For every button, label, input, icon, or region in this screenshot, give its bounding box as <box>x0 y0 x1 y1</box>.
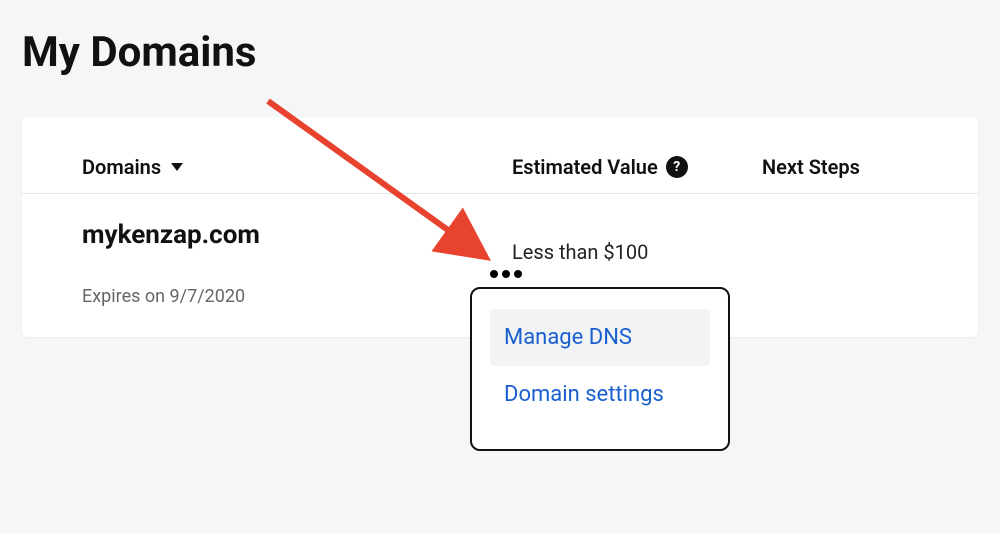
header-next-steps: Next Steps <box>752 155 918 179</box>
domain-name[interactable]: mykenzap.com <box>82 220 512 250</box>
header-domains-label: Domains <box>82 155 161 179</box>
page-title: My Domains <box>0 0 1000 77</box>
caret-down-icon <box>171 163 183 171</box>
header-estimated-value-label: Estimated Value <box>512 155 658 179</box>
menu-item-domain-settings[interactable]: Domain settings <box>490 366 710 423</box>
domain-expires: Expires on 9/7/2020 <box>82 286 512 307</box>
domains-card: Domains Estimated Value ? Next Steps myk… <box>22 117 978 337</box>
header-estimated-value: Estimated Value ? <box>512 155 752 179</box>
estimated-value: Less than $100 <box>512 220 752 264</box>
table-header-row: Domains Estimated Value ? Next Steps <box>22 117 978 194</box>
header-domains[interactable]: Domains <box>82 155 512 179</box>
more-icon[interactable] <box>484 261 528 287</box>
help-icon[interactable]: ? <box>666 156 688 178</box>
menu-item-manage-dns[interactable]: Manage DNS <box>490 309 710 366</box>
domain-actions-menu: Manage DNS Domain settings <box>470 287 730 451</box>
